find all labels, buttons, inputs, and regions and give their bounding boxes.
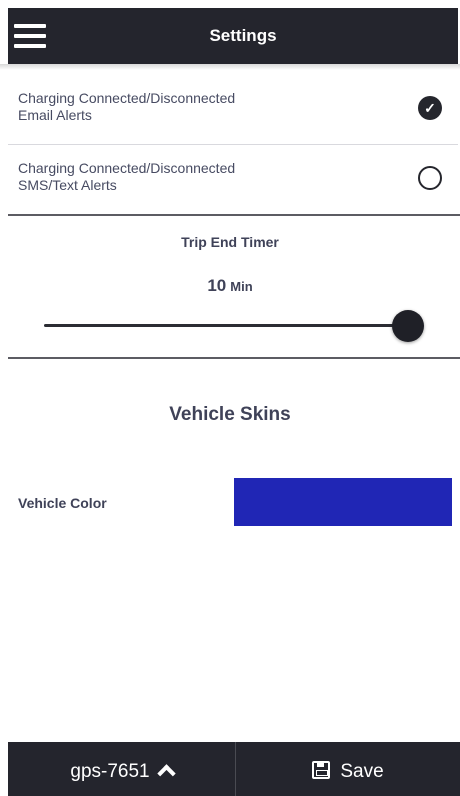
timer-value-number: 10 <box>207 276 227 295</box>
timer-value-unit: Min <box>230 279 253 294</box>
trip-end-timer-value: 10 Min <box>0 276 460 296</box>
vehicle-skins-title: Vehicle Skins <box>169 404 291 425</box>
sms-alerts-label-line1: Charging Connected/Disconnected <box>18 160 236 176</box>
page-title: Settings <box>209 26 277 45</box>
device-label: gps-7651 <box>70 761 150 782</box>
email-alerts-toggle[interactable]: Charging Connected/Disconnected Email Al… <box>8 76 458 144</box>
email-alerts-label-line2: Email Alerts <box>18 107 92 123</box>
header-shadow <box>0 64 460 70</box>
floppy-disk-icon <box>312 761 331 779</box>
trip-end-timer-slider[interactable] <box>44 310 424 342</box>
unchecked-circle-icon[interactable] <box>418 166 442 190</box>
bottom-toolbar: gps-7651 Save <box>8 742 460 796</box>
slider-track[interactable] <box>44 324 416 327</box>
vehicle-color-swatch[interactable] <box>234 478 452 526</box>
top-bar: Settings <box>8 8 458 64</box>
vehicle-color-label: Vehicle Color <box>18 495 107 511</box>
checked-circle-icon[interactable]: ✓ <box>418 96 442 120</box>
save-button[interactable]: Save <box>236 742 460 796</box>
settings-screen: Settings Charging Connected/Disconnected… <box>0 0 460 796</box>
slider-thumb[interactable] <box>392 310 424 342</box>
save-label: Save <box>340 761 384 782</box>
trip-end-timer-title: Trip End Timer <box>181 234 279 250</box>
divider <box>8 144 458 145</box>
sms-alerts-label-line2: SMS/Text Alerts <box>18 177 117 193</box>
sms-alerts-toggle[interactable]: Charging Connected/Disconnected SMS/Text… <box>8 146 458 214</box>
chevron-up-icon <box>156 764 176 783</box>
sms-alerts-label: Charging Connected/Disconnected SMS/Text… <box>18 160 348 194</box>
section-divider <box>8 214 460 216</box>
email-alerts-label-line1: Charging Connected/Disconnected <box>18 90 236 106</box>
email-alerts-label: Charging Connected/Disconnected Email Al… <box>18 90 348 124</box>
section-divider <box>8 357 460 359</box>
device-selector-button[interactable]: gps-7651 <box>8 742 235 796</box>
